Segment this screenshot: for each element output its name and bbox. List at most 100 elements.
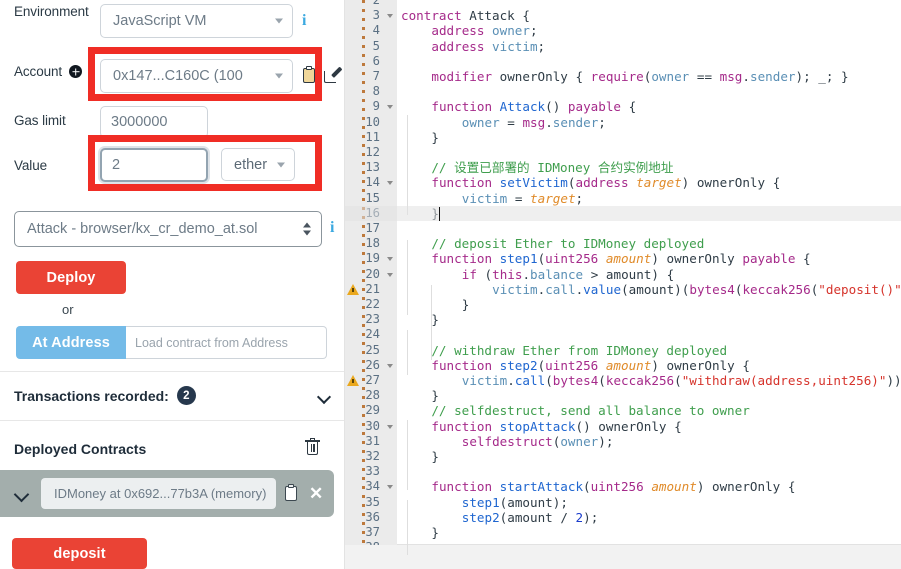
code-line: }: [431, 205, 439, 221]
gas-limit-input[interactable]: 3000000: [100, 106, 208, 138]
line-number: 28: [365, 388, 380, 403]
code-line: modifier ownerOnly { require(owner == ms…: [431, 69, 849, 84]
code-line: function stopAttack() ownerOnly {: [431, 418, 682, 434]
environment-select-value: JavaScript VM: [113, 13, 207, 29]
editor-code-area[interactable]: contract Attack { address owner; address…: [397, 0, 901, 569]
value-label: Value: [14, 158, 48, 173]
line-number: 31: [365, 433, 380, 448]
value-unit-select[interactable]: ether: [221, 148, 295, 181]
chevron-down-icon: [275, 73, 283, 79]
code-line: owner = msg.sender;: [461, 114, 606, 130]
chevron-down-icon[interactable]: [15, 489, 29, 498]
gas-limit-value: 3000000: [111, 114, 168, 130]
code-line: }: [461, 297, 470, 312]
line-number: 25: [365, 342, 380, 357]
fold-arrow-icon[interactable]: [387, 363, 393, 368]
gas-limit-row: Gas limit: [14, 113, 66, 128]
contract-select[interactable]: Attack - browser/kx_cr_demo_at.sol: [14, 211, 322, 247]
line-number: 34: [345, 479, 397, 494]
code-line: step2(amount / 2);: [461, 509, 599, 525]
value-input[interactable]: 2: [100, 148, 208, 182]
chevron-down-icon: [275, 18, 283, 24]
at-address-input[interactable]: Load contract from Address: [126, 326, 327, 359]
line-number: 12: [365, 145, 380, 159]
chevron-down-icon: [277, 162, 285, 167]
code-line: victim = target;: [461, 190, 584, 206]
deployed-contract-clipboard-icon[interactable]: [284, 483, 302, 504]
line-number: 13: [365, 160, 380, 175]
code-line: // withdraw Ether from IDMoney deployed: [431, 342, 728, 358]
fold-arrow-icon[interactable]: [387, 257, 393, 262]
value-input-text: 2: [112, 157, 121, 173]
code-editor[interactable]: 2 3 4 5 6 7 8 9 10 11 12 13 14 15 16 17 18 19 20 21 22 23 24 25…: [345, 0, 901, 569]
line-number: 15: [365, 190, 380, 205]
line-number: 7: [372, 69, 380, 83]
editor-drag-handle[interactable]: [362, 0, 365, 569]
fold-arrow-icon[interactable]: [387, 272, 393, 277]
code-line: // deposit Ether to IDMoney deployed: [431, 236, 705, 252]
warning-icon[interactable]: [347, 283, 359, 295]
transactions-recorded-row[interactable]: Transactions recorded: 2: [14, 386, 331, 405]
at-address-button[interactable]: At Address: [16, 326, 126, 359]
close-icon[interactable]: ✕: [309, 485, 323, 502]
line-number: 17: [365, 221, 380, 235]
line-number: 16: [365, 205, 380, 220]
trash-icon[interactable]: [305, 438, 320, 456]
line-number: 9: [345, 99, 397, 114]
fold-arrow-icon[interactable]: [387, 14, 393, 19]
chevron-updown-icon: [303, 222, 311, 236]
code-line: }: [431, 449, 439, 464]
value-unit-text: ether: [234, 156, 268, 173]
line-number: 2: [372, 0, 380, 7]
code-line: contract Attack {: [401, 8, 530, 24]
code-line: victim.call.value(amount)(bytes4(keccak2…: [492, 281, 901, 297]
line-number: 29: [365, 403, 380, 418]
line-number: 18: [365, 236, 380, 251]
deployed-contract-item[interactable]: IDMoney at 0x692...77b3A (memory) ✕: [0, 470, 334, 517]
fold-arrow-icon[interactable]: [387, 181, 393, 186]
plus-circle-icon[interactable]: [69, 65, 83, 78]
line-number: 8: [372, 84, 380, 99]
account-select[interactable]: 0x147...C160C (100: [100, 59, 293, 93]
contract-info-icon[interactable]: i: [330, 220, 334, 236]
account-edit-icon[interactable]: [324, 66, 343, 83]
contract-select-value: Attack - browser/kx_cr_demo_at.sol: [27, 221, 258, 237]
line-number: 36: [365, 509, 380, 524]
line-number: 19: [345, 251, 397, 266]
line-number: 24: [365, 327, 380, 342]
environment-info-icon[interactable]: i: [302, 13, 306, 29]
line-number: 23: [365, 312, 380, 327]
code-line: selfdestruct(owner);: [461, 433, 614, 449]
line-number: 35: [365, 494, 380, 509]
line-number: 20: [345, 267, 397, 282]
fold-arrow-icon[interactable]: [387, 424, 393, 429]
environment-select[interactable]: JavaScript VM: [100, 4, 293, 38]
fold-arrow-icon[interactable]: [387, 485, 393, 490]
line-number: 5: [372, 38, 380, 53]
account-label: Account: [14, 64, 63, 79]
code-line: function setVictim(address target) owner…: [431, 175, 781, 191]
code-line: step1(amount);: [461, 494, 568, 510]
divider-1: [0, 371, 344, 372]
code-line: function Attack() payable {: [431, 99, 637, 115]
warning-icon[interactable]: [347, 375, 359, 386]
deploy-button[interactable]: Deploy: [16, 261, 126, 294]
divider-2: [0, 420, 344, 421]
line-number: 14: [345, 175, 397, 190]
deposit-button[interactable]: deposit: [12, 538, 147, 569]
line-number: 32: [365, 449, 380, 463]
code-line: // 设置已部署的 IDMoney 合约实例地址: [431, 160, 674, 176]
code-line: function startAttack(uint256 amount) own…: [431, 479, 796, 495]
value-row: Value: [14, 158, 47, 173]
fold-arrow-icon[interactable]: [387, 105, 393, 110]
code-line: address owner;: [431, 23, 538, 39]
account-clipboard-icon[interactable]: [302, 66, 316, 83]
account-row: Account: [14, 64, 83, 79]
chevron-down-icon[interactable]: [318, 392, 331, 400]
deployed-contract-name: IDMoney at 0x692...77b3A (memory): [41, 478, 276, 509]
